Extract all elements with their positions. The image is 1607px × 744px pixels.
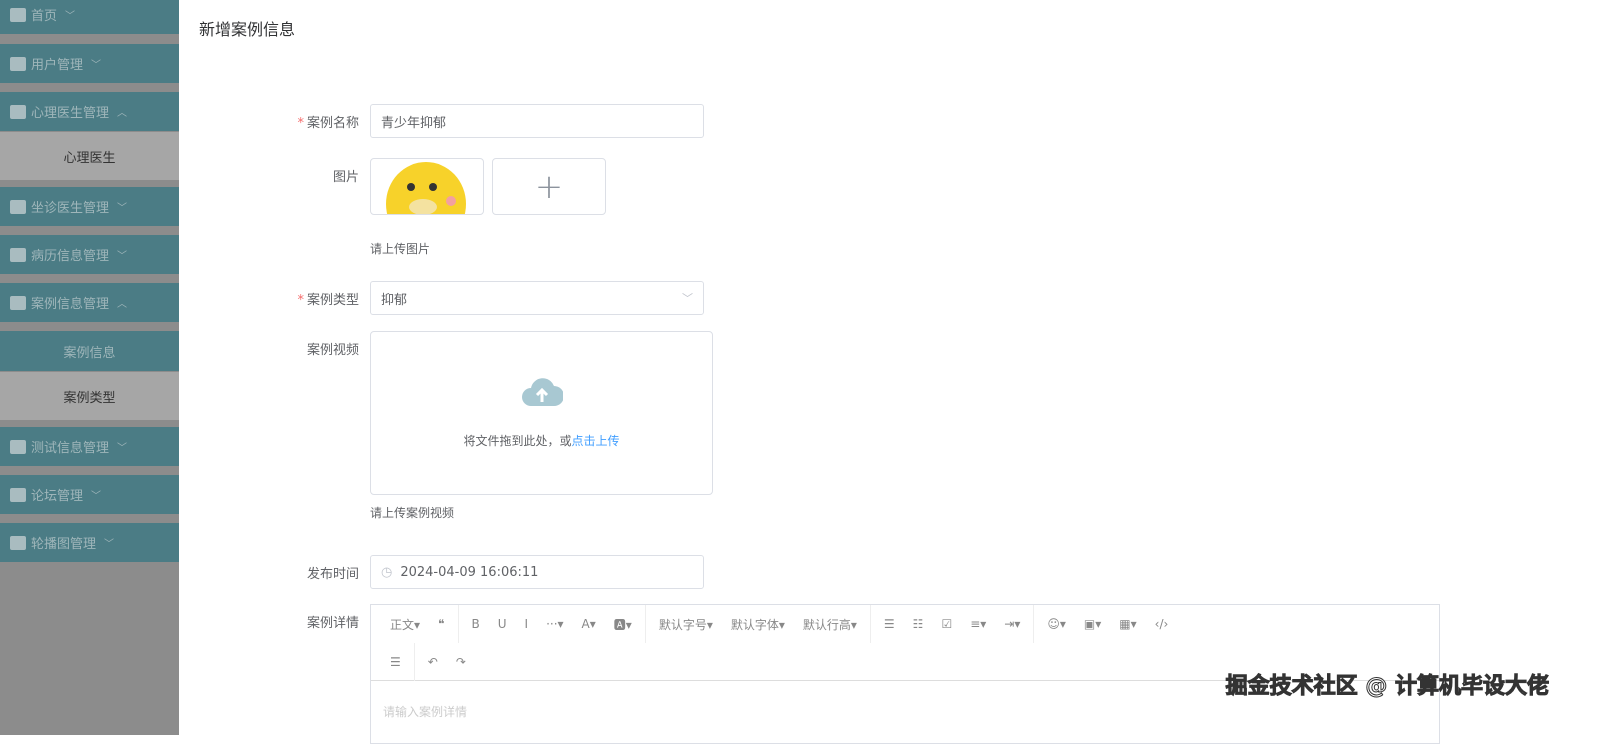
case-name-input[interactable]: 青少年抑郁 bbox=[370, 104, 704, 138]
menu-tests[interactable]: 测试信息管理 ﹀ bbox=[0, 427, 179, 466]
toolbar-button[interactable]: I bbox=[525, 617, 529, 631]
submenu-psych-doctor[interactable]: 心理医生 bbox=[0, 132, 179, 180]
toolbar-button[interactable]: ↷ bbox=[456, 655, 466, 669]
toolbar-separator bbox=[644, 605, 646, 643]
submenu-case-info[interactable]: 案例信息 bbox=[0, 331, 179, 371]
clock-icon: ◷ bbox=[381, 564, 393, 580]
click-upload-link[interactable]: 点击上传 bbox=[572, 434, 620, 448]
menu-forum[interactable]: 论坛管理 ﹀ bbox=[0, 475, 179, 514]
main-content: 新增案例信息 * 案例名称 青少年抑郁 图片 + 请上传图片 * 案例类型 抑郁 ﹀ … bbox=[179, 0, 1607, 744]
toolbar-button[interactable]: ▦▾ bbox=[1119, 617, 1136, 631]
toolbar-button[interactable]: ⇥▾ bbox=[1004, 617, 1020, 631]
forum-icon bbox=[10, 487, 26, 502]
menu-users[interactable]: 用户管理 ﹀ bbox=[0, 44, 179, 83]
test-icon bbox=[10, 439, 26, 454]
toolbar-separator bbox=[413, 642, 415, 681]
plus-icon: + bbox=[534, 166, 564, 207]
menu-home[interactable]: 首页 ﹀ bbox=[0, 0, 179, 34]
image-icon bbox=[10, 535, 26, 550]
duck-image bbox=[386, 162, 466, 214]
toolbar-button[interactable]: ☷ bbox=[913, 617, 924, 631]
briefcase-icon bbox=[10, 199, 26, 214]
user-icon bbox=[10, 56, 26, 71]
toolbar-button[interactable]: ☰ bbox=[884, 617, 895, 631]
name-label: * 案例名称 bbox=[297, 116, 359, 131]
document-icon bbox=[10, 247, 26, 262]
chevron-up-icon: ︿ bbox=[117, 299, 128, 310]
toolbar-button[interactable]: ☺▾ bbox=[1047, 617, 1066, 631]
menu-records[interactable]: 病历信息管理 ﹀ bbox=[0, 235, 179, 274]
image-label: 图片 bbox=[332, 170, 359, 185]
chevron-down-icon: ﹀ bbox=[104, 539, 115, 550]
watermark: 掘金技术社区 @ 计算机毕设大佬 bbox=[1225, 674, 1549, 700]
chevron-down-icon: ﹀ bbox=[91, 491, 102, 502]
chevron-down-icon: ﹀ bbox=[117, 443, 128, 454]
menu-psych-doctors[interactable]: 心理医生管理 ︿ bbox=[0, 92, 179, 131]
toolbar-button[interactable]: ···▾ bbox=[546, 617, 563, 631]
toolbar-button[interactable]: ↶ bbox=[428, 655, 438, 669]
menu-carousel[interactable]: 轮播图管理 ﹀ bbox=[0, 523, 179, 562]
type-label: * 案例类型 bbox=[297, 293, 359, 308]
add-image-button[interactable]: + bbox=[492, 158, 606, 215]
home-icon bbox=[10, 7, 26, 22]
video-hint: 请上传案例视频 bbox=[370, 506, 455, 520]
publish-time-input[interactable]: ◷ 2024-04-09 16:06:11 bbox=[370, 555, 704, 589]
uploaded-image[interactable] bbox=[370, 158, 484, 215]
toolbar-button[interactable]: A▾ bbox=[582, 617, 596, 631]
submenu-case-type[interactable]: 案例类型 bbox=[0, 372, 179, 420]
time-label: 发布时间 bbox=[306, 567, 359, 582]
toolbar-button[interactable]: ▣▾ bbox=[1084, 617, 1101, 631]
user-icon bbox=[10, 104, 26, 119]
toolbar-button[interactable]: B bbox=[472, 617, 480, 631]
toolbar-button[interactable]: 🅰▾ bbox=[614, 616, 632, 633]
toolbar-button[interactable]: U bbox=[498, 617, 507, 631]
cloud-upload-icon bbox=[521, 378, 564, 406]
chevron-down-icon: ﹀ bbox=[91, 60, 102, 71]
chevron-down-icon: ﹀ bbox=[117, 251, 128, 262]
menu-cases[interactable]: 案例信息管理 ︿ bbox=[0, 283, 179, 322]
image-hint: 请上传图片 bbox=[370, 242, 431, 256]
toolbar-button[interactable]: 默认字体▾ bbox=[731, 616, 785, 633]
sidebar: 首页 ﹀ 用户管理 ﹀ 心理医生管理 ︿ 心理医生 坐诊医生管理 ﹀ 病历信息管理 ﹀ 案… bbox=[0, 0, 179, 735]
chevron-down-icon: ﹀ bbox=[65, 11, 76, 22]
case-icon bbox=[10, 295, 26, 310]
chevron-down-icon: ﹀ bbox=[117, 203, 128, 214]
toolbar-separator bbox=[869, 605, 871, 643]
video-label: 案例视频 bbox=[306, 343, 359, 358]
toolbar-button[interactable]: ❝ bbox=[438, 617, 444, 631]
case-type-select[interactable]: 抑郁 ﹀ bbox=[370, 281, 704, 315]
toolbar-button[interactable]: 默认字号▾ bbox=[659, 616, 713, 633]
toolbar-separator bbox=[457, 605, 459, 643]
video-upload-dropzone[interactable]: 将文件拖到此处，或点击上传 bbox=[370, 331, 713, 495]
menu-clinic-doctors[interactable]: 坐诊医生管理 ﹀ bbox=[0, 187, 179, 226]
chevron-down-icon: ﹀ bbox=[682, 292, 693, 305]
chevron-up-icon: ︿ bbox=[117, 108, 128, 119]
toolbar-button[interactable]: ☑ bbox=[941, 617, 952, 631]
toolbar-button[interactable]: 正文▾ bbox=[390, 616, 420, 633]
editor-toolbar: 正文▾ ❝ B U I ···▾ A▾ 🅰▾ 默认字号▾ 默认字体▾ 默认行高▾ ☰ ☷ ☑ ≡▾ ⇥▾ ☺▾ ▣… bbox=[371, 605, 1439, 643]
toolbar-button[interactable]: ‹/› bbox=[1155, 617, 1169, 631]
page-title: 新增案例信息 bbox=[199, 20, 296, 39]
toolbar-button[interactable]: 默认行高▾ bbox=[803, 616, 857, 633]
toolbar-button[interactable]: ☰ bbox=[390, 655, 401, 669]
toolbar-button[interactable]: ≡▾ bbox=[970, 617, 986, 631]
toolbar-separator bbox=[1033, 605, 1035, 643]
detail-label: 案例详情 bbox=[306, 616, 359, 631]
